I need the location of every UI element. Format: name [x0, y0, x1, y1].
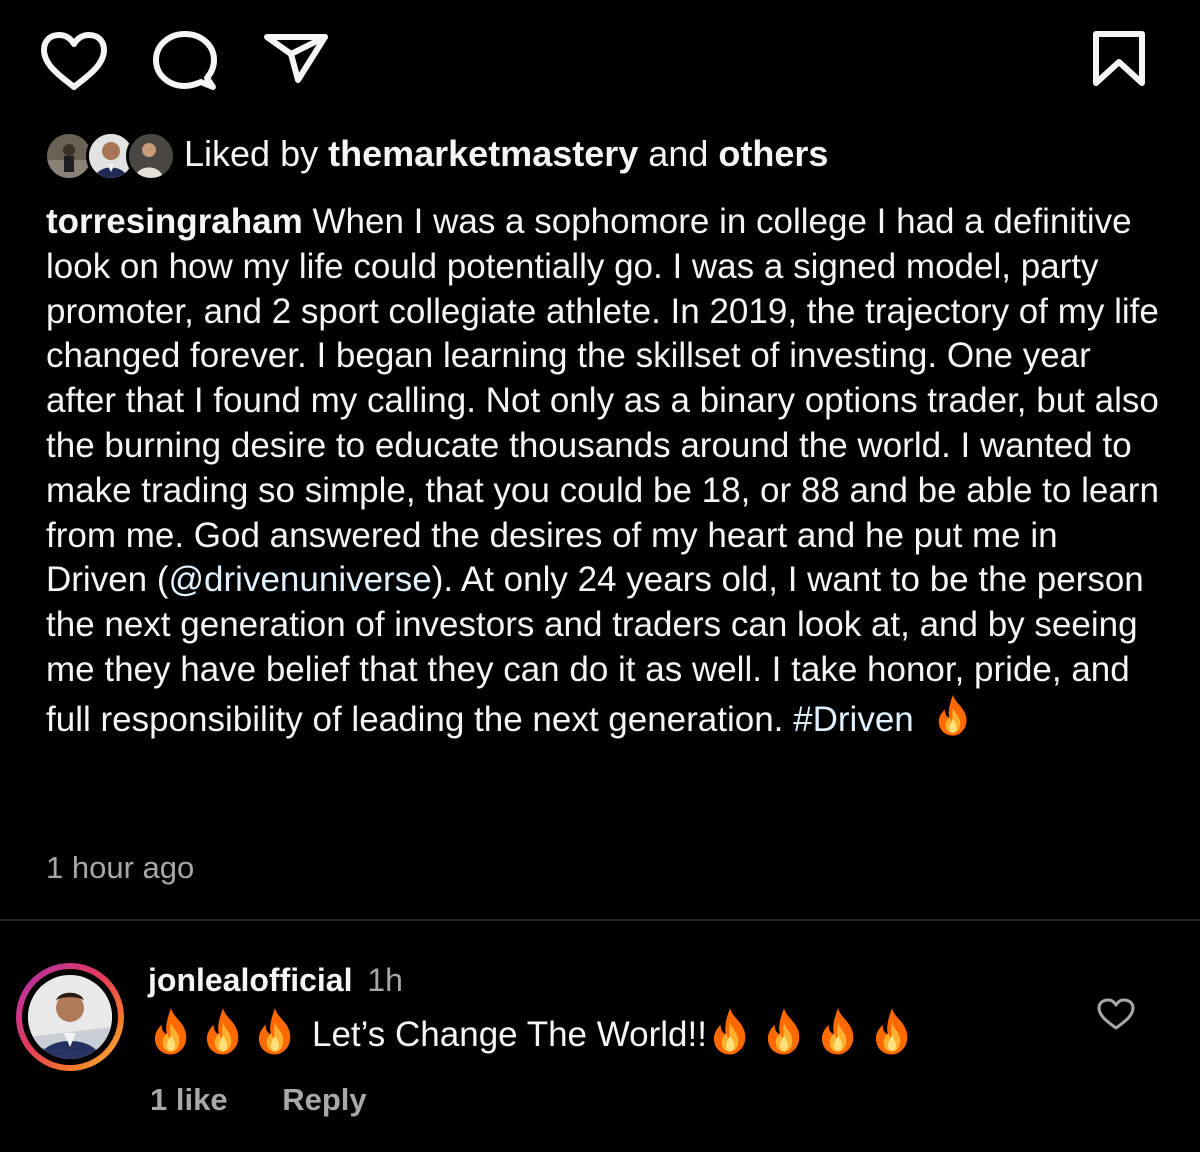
liked-by-prefix: Liked by	[184, 133, 319, 174]
liked-by-user[interactable]: themarketmastery	[328, 133, 638, 174]
comment-header: jonlealofficial 1h	[148, 960, 403, 1000]
liked-by-others[interactable]: others	[718, 133, 828, 174]
comment-heart-icon[interactable]	[1096, 996, 1136, 1032]
bookmark-icon[interactable]	[1090, 30, 1148, 88]
reply-button[interactable]: Reply	[282, 1082, 366, 1117]
fire-emoji-icon	[202, 1006, 244, 1056]
liked-by-row[interactable]: Liked by themarketmastery and others	[44, 122, 828, 186]
heart-icon[interactable]	[38, 30, 110, 92]
comment-meta: 1 like Reply	[150, 1080, 367, 1120]
liker-avatars	[44, 128, 176, 181]
fire-emoji-icon	[254, 1006, 296, 1056]
liked-by-connector: and	[648, 133, 709, 174]
hashtag-link[interactable]: #Driven	[793, 700, 914, 739]
commenter-avatar[interactable]	[16, 963, 124, 1071]
share-icon[interactable]	[262, 32, 330, 84]
comment-like-count[interactable]: 1 like	[150, 1082, 228, 1117]
comment-icon[interactable]	[152, 30, 218, 92]
commenter-photo	[28, 975, 112, 1059]
post-caption: torresingraham When I was a sophomore in…	[46, 200, 1166, 743]
liker-avatar	[126, 131, 176, 181]
comment-username[interactable]: jonlealofficial	[148, 962, 352, 998]
fire-emoji-icon	[709, 1006, 751, 1056]
caption-text: When I was a sophomore in college I had …	[46, 202, 1159, 600]
comment-time: 1h	[367, 962, 403, 998]
fire-emoji-icon	[933, 693, 973, 737]
fire-emoji-icon	[871, 1006, 913, 1056]
fire-emoji-icon	[150, 1006, 192, 1056]
fire-emoji-icon	[763, 1006, 805, 1056]
post-action-bar	[0, 0, 1200, 120]
post-timestamp: 1 hour ago	[46, 850, 195, 885]
comment-text: Let’s Change The World!!	[312, 1015, 707, 1054]
mention-link[interactable]: @drivenuniverse	[169, 560, 432, 599]
fire-emoji-icon	[817, 1006, 859, 1056]
post-username[interactable]: torresingraham	[46, 202, 303, 241]
comment-body: Let’s Change The World!!	[150, 1006, 925, 1063]
section-divider	[0, 919, 1200, 921]
liked-by-text: Liked by themarketmastery and others	[184, 136, 828, 172]
